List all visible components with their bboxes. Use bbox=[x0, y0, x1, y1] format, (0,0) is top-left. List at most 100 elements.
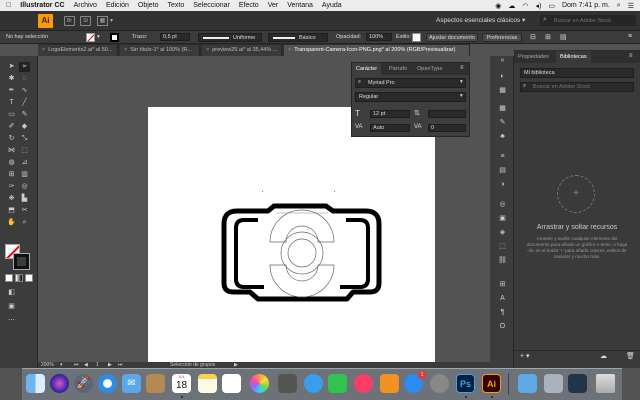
close-icon[interactable]: × bbox=[288, 47, 291, 53]
symbol-sprayer-icon[interactable]: ❋ bbox=[6, 194, 17, 204]
slice-icon[interactable]: ✂ bbox=[19, 206, 30, 216]
transparency-icon[interactable]: ◑ bbox=[497, 180, 508, 190]
zoom-tool-icon[interactable]: ⌕ bbox=[19, 218, 30, 228]
color-panel-icon[interactable]: ◐ bbox=[497, 72, 508, 82]
style-swatch[interactable] bbox=[412, 33, 421, 42]
gradient-icon[interactable]: ▥ bbox=[19, 170, 30, 180]
stroke-color-swatch[interactable] bbox=[13, 253, 30, 270]
panel-menu-icon[interactable]: ≡ bbox=[629, 53, 633, 59]
font-size-input[interactable] bbox=[370, 110, 410, 118]
font-style-select[interactable]: Regular ▾ bbox=[355, 92, 466, 102]
menu-ayuda[interactable]: Ayuda bbox=[322, 2, 342, 9]
close-icon[interactable]: × bbox=[206, 47, 209, 53]
stroke-swatch[interactable] bbox=[110, 33, 119, 42]
workspace-switcher[interactable]: Aspectos esenciales clásicos ▾ bbox=[436, 16, 525, 24]
pen-tool-icon[interactable]: ✒ bbox=[6, 86, 17, 96]
graph-tool-icon[interactable]: ▙ bbox=[19, 194, 30, 204]
menu-edicion[interactable]: Edición bbox=[106, 2, 129, 9]
finder-icon[interactable] bbox=[26, 374, 45, 393]
search-icon[interactable]: ⌕ bbox=[617, 2, 621, 10]
chevron-down-icon[interactable]: ▾ bbox=[110, 17, 113, 24]
opentype-icon[interactable]: O bbox=[497, 322, 508, 332]
close-icon[interactable]: × bbox=[42, 47, 45, 53]
clock[interactable]: Dom 7:41 p. m. bbox=[562, 2, 610, 9]
trash-icon[interactable] bbox=[596, 374, 615, 393]
documents-stack-icon[interactable] bbox=[544, 374, 563, 393]
line-tool-icon[interactable]: ╱ bbox=[19, 98, 30, 108]
cloud-icon[interactable]: ☁ bbox=[600, 352, 607, 360]
library-select[interactable]: Mi biblioteca bbox=[520, 68, 634, 78]
tab-parrafo[interactable]: Párrafo bbox=[386, 63, 410, 75]
messages-icon[interactable] bbox=[304, 374, 323, 393]
shaper-icon[interactable]: ✐ bbox=[6, 122, 17, 132]
tab-caracter[interactable]: Carácter bbox=[352, 63, 382, 75]
wifi-icon[interactable]: ◠ bbox=[522, 2, 528, 10]
library-search[interactable]: ⌕ bbox=[520, 82, 634, 92]
artboard[interactable] bbox=[148, 107, 435, 362]
add-content-icon[interactable]: + ▾ bbox=[520, 352, 530, 360]
eyedropper-icon[interactable]: ✑ bbox=[6, 182, 17, 192]
menu-texto[interactable]: Texto bbox=[168, 2, 185, 9]
stock-search[interactable]: ⌕ bbox=[540, 15, 636, 26]
chevron-down-icon[interactable]: ▾ bbox=[97, 34, 100, 40]
ibooks-icon[interactable] bbox=[380, 374, 399, 393]
brush-definition[interactable]: Básico bbox=[268, 33, 328, 42]
draw-normal-icon[interactable]: ◧ bbox=[6, 288, 17, 298]
tab-propiedades[interactable]: Propiedades bbox=[518, 54, 549, 60]
leading-input[interactable] bbox=[428, 110, 466, 118]
photoshop-icon[interactable]: Ps bbox=[456, 374, 475, 393]
hand-tool-icon[interactable]: ✋ bbox=[6, 218, 17, 228]
kerning-input[interactable] bbox=[370, 124, 410, 132]
tracking-input[interactable] bbox=[428, 124, 466, 132]
stock-search-input[interactable] bbox=[552, 16, 634, 25]
fill-swatch[interactable] bbox=[86, 33, 95, 42]
tab-bibliotecas[interactable]: Bibliotecas bbox=[556, 51, 591, 63]
symbols-icon[interactable]: ♣ bbox=[497, 132, 508, 142]
cloud-icon[interactable]: ☁ bbox=[508, 2, 515, 10]
photos-icon[interactable] bbox=[250, 374, 269, 393]
contacts-icon[interactable] bbox=[146, 374, 165, 393]
tab-sin-titulo[interactable]: × Sin título-1* al 100% (R... bbox=[120, 45, 200, 56]
stroke-panel-icon[interactable]: ≡ bbox=[497, 152, 508, 162]
mesh-icon[interactable]: ⊞ bbox=[6, 170, 17, 180]
lasso-icon[interactable]: ◌ bbox=[19, 74, 30, 84]
color-mode-icon[interactable] bbox=[5, 274, 13, 282]
shape-builder-icon[interactable]: ◍ bbox=[6, 158, 17, 168]
tab-camera-icon[interactable]: × Transparent-Camera-Icon-PNG.png* al 200… bbox=[284, 45, 470, 56]
panel-menu-icon[interactable]: ≡ bbox=[628, 33, 632, 40]
downloads-folder-icon[interactable] bbox=[518, 374, 537, 393]
menu-efecto[interactable]: Efecto bbox=[239, 2, 259, 9]
bridge-icon[interactable]: Br bbox=[64, 16, 75, 26]
graphic-styles-icon[interactable]: ▣ bbox=[497, 214, 508, 224]
brushes-icon[interactable]: ✎ bbox=[497, 118, 508, 128]
apple-icon[interactable]:  bbox=[6, 2, 11, 9]
siri-icon[interactable] bbox=[50, 374, 69, 393]
width-tool-icon[interactable]: ⋈ bbox=[6, 146, 17, 156]
blend-icon[interactable]: ◎ bbox=[19, 182, 30, 192]
facetime-icon[interactable] bbox=[328, 374, 347, 393]
paintbrush-icon[interactable]: ✎ bbox=[19, 110, 30, 120]
more-tools-icon[interactable]: ⋯ bbox=[6, 316, 17, 326]
menu-objeto[interactable]: Objeto bbox=[138, 2, 159, 9]
gradient-mode-icon[interactable] bbox=[15, 274, 23, 282]
artboards-icon[interactable]: ⬚ bbox=[497, 242, 508, 252]
artboard-tool-icon[interactable]: ⬒ bbox=[6, 206, 17, 216]
document-setup-button[interactable]: Ajustar documento bbox=[426, 33, 478, 42]
eraser-icon[interactable]: ◆ bbox=[19, 122, 30, 132]
adobe-cc-icon[interactable]: ◉ bbox=[495, 2, 501, 10]
stroke-weight-input[interactable] bbox=[160, 33, 190, 41]
links-icon[interactable]: ⛓ bbox=[497, 256, 508, 266]
collapse-icon[interactable]: « bbox=[497, 56, 508, 66]
swatches-icon[interactable]: ▦ bbox=[497, 104, 508, 114]
reminders-icon[interactable] bbox=[222, 374, 241, 393]
menu-ver[interactable]: Ver bbox=[268, 2, 279, 9]
transform-panel-icon[interactable]: ⊞ bbox=[497, 280, 508, 290]
direct-selection-tool-icon[interactable]: ➢ bbox=[19, 62, 30, 72]
screen-mode-icon[interactable]: ▣ bbox=[6, 302, 17, 312]
gradient-panel-icon[interactable]: ▤ bbox=[497, 166, 508, 176]
notification-icon[interactable]: ☰ bbox=[628, 2, 634, 10]
volume-icon[interactable]: ◂) bbox=[535, 2, 541, 10]
calendar-icon[interactable]: JUL 18 bbox=[172, 374, 191, 393]
none-mode-icon[interactable] bbox=[25, 274, 33, 282]
notes-icon[interactable] bbox=[198, 374, 217, 393]
